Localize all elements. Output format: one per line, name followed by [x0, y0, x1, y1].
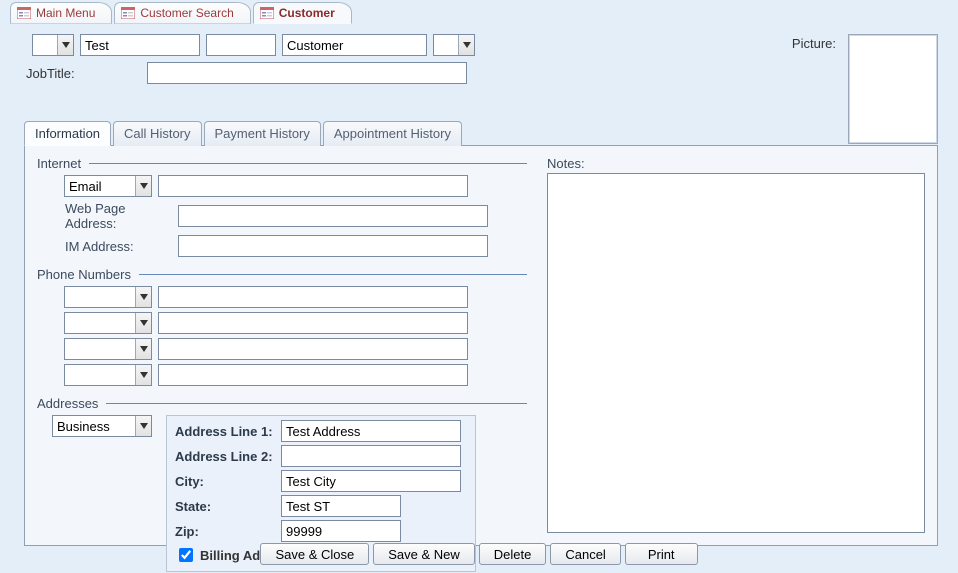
addr-zip-input[interactable]: [281, 520, 401, 542]
email-type-select-wrap: Email: [64, 175, 152, 197]
file-tab-label: Customer Search: [140, 6, 233, 20]
addr-city-input[interactable]: [281, 470, 461, 492]
im-label: IM Address:: [37, 239, 172, 254]
tab-label: Call History: [124, 126, 190, 141]
phone-type-select[interactable]: [64, 312, 152, 334]
addr-line1-input[interactable]: [281, 420, 461, 442]
addr-line1-label: Address Line 1:: [175, 424, 275, 439]
internet-group: Internet Email We: [37, 156, 527, 257]
phone-input[interactable]: [158, 286, 468, 308]
email-input[interactable]: [158, 175, 468, 197]
phone-input[interactable]: [158, 338, 468, 360]
phone-type-select-wrap: [64, 312, 152, 334]
save-close-button[interactable]: Save & Close: [260, 543, 369, 565]
right-column: Notes:: [547, 156, 925, 533]
phone-input[interactable]: [158, 364, 468, 386]
form-icon: [17, 7, 31, 19]
phone-type-select-wrap: [64, 286, 152, 308]
web-input[interactable]: [178, 205, 488, 227]
phone-type-select-wrap: [64, 364, 152, 386]
phone-input[interactable]: [158, 312, 468, 334]
left-column: Internet Email We: [37, 156, 527, 533]
phone-type-select[interactable]: [64, 364, 152, 386]
middle-name-input[interactable]: [206, 34, 276, 56]
addresses-legend: Addresses: [37, 396, 527, 411]
prefix-select-wrap: [32, 34, 74, 56]
tab-label: Payment History: [215, 126, 310, 141]
tab-label: Appointment History: [334, 126, 451, 141]
notes-textarea[interactable]: [547, 173, 925, 533]
picture-label: Picture:: [792, 36, 836, 51]
addr-line2-input[interactable]: [281, 445, 461, 467]
email-type-select[interactable]: Email: [64, 175, 152, 197]
address-type-select[interactable]: Business: [52, 415, 152, 437]
form-area: JobTitle: Picture: Information Call Hist…: [0, 24, 958, 573]
tab-payment-history[interactable]: Payment History: [204, 121, 321, 146]
suffix-select[interactable]: [433, 34, 475, 56]
file-tab-strip: Main Menu Customer Search Customer: [0, 0, 958, 24]
phone-type-select-wrap: [64, 338, 152, 360]
form-icon: [121, 7, 135, 19]
delete-button[interactable]: Delete: [479, 543, 547, 565]
web-label: Web Page Address:: [37, 201, 172, 231]
phone-type-select[interactable]: [64, 338, 152, 360]
suffix-select-wrap: [433, 34, 475, 56]
phone-group: Phone Numbers: [37, 267, 527, 386]
internet-legend: Internet: [37, 156, 527, 171]
file-tab-label: Customer: [279, 6, 335, 20]
file-tab-customer-search[interactable]: Customer Search: [114, 2, 250, 24]
file-tab-main-menu[interactable]: Main Menu: [10, 2, 112, 24]
tab-call-history[interactable]: Call History: [113, 121, 201, 146]
tab-label: Information: [35, 126, 100, 141]
picture-area: Picture:: [792, 34, 938, 144]
information-panel: Internet Email We: [24, 146, 938, 546]
print-button[interactable]: Print: [625, 543, 698, 565]
jobtitle-label: JobTitle:: [26, 66, 141, 81]
form-icon: [260, 7, 274, 19]
jobtitle-input[interactable]: [147, 62, 467, 84]
file-tab-label: Main Menu: [36, 6, 95, 20]
addr-line2-label: Address Line 2:: [175, 449, 275, 464]
addr-state-input[interactable]: [281, 495, 401, 517]
cancel-button[interactable]: Cancel: [550, 543, 620, 565]
button-row: Save & Close Save & New Delete Cancel Pr…: [0, 543, 958, 565]
last-name-input[interactable]: [282, 34, 427, 56]
phone-type-select[interactable]: [64, 286, 152, 308]
addr-zip-label: Zip:: [175, 524, 275, 539]
picture-box[interactable]: [848, 34, 938, 144]
notes-label: Notes:: [547, 156, 925, 171]
phone-legend: Phone Numbers: [37, 267, 527, 282]
im-input[interactable]: [178, 235, 488, 257]
first-name-input[interactable]: [80, 34, 200, 56]
tab-appointment-history[interactable]: Appointment History: [323, 121, 462, 146]
addr-state-label: State:: [175, 499, 275, 514]
save-new-button[interactable]: Save & New: [373, 543, 475, 565]
window: Main Menu Customer Search Customer: [0, 0, 958, 573]
address-type-select-wrap: Business: [52, 415, 152, 437]
tab-information[interactable]: Information: [24, 121, 111, 146]
file-tab-customer[interactable]: Customer: [253, 2, 352, 24]
prefix-select[interactable]: [32, 34, 74, 56]
addr-city-label: City:: [175, 474, 275, 489]
